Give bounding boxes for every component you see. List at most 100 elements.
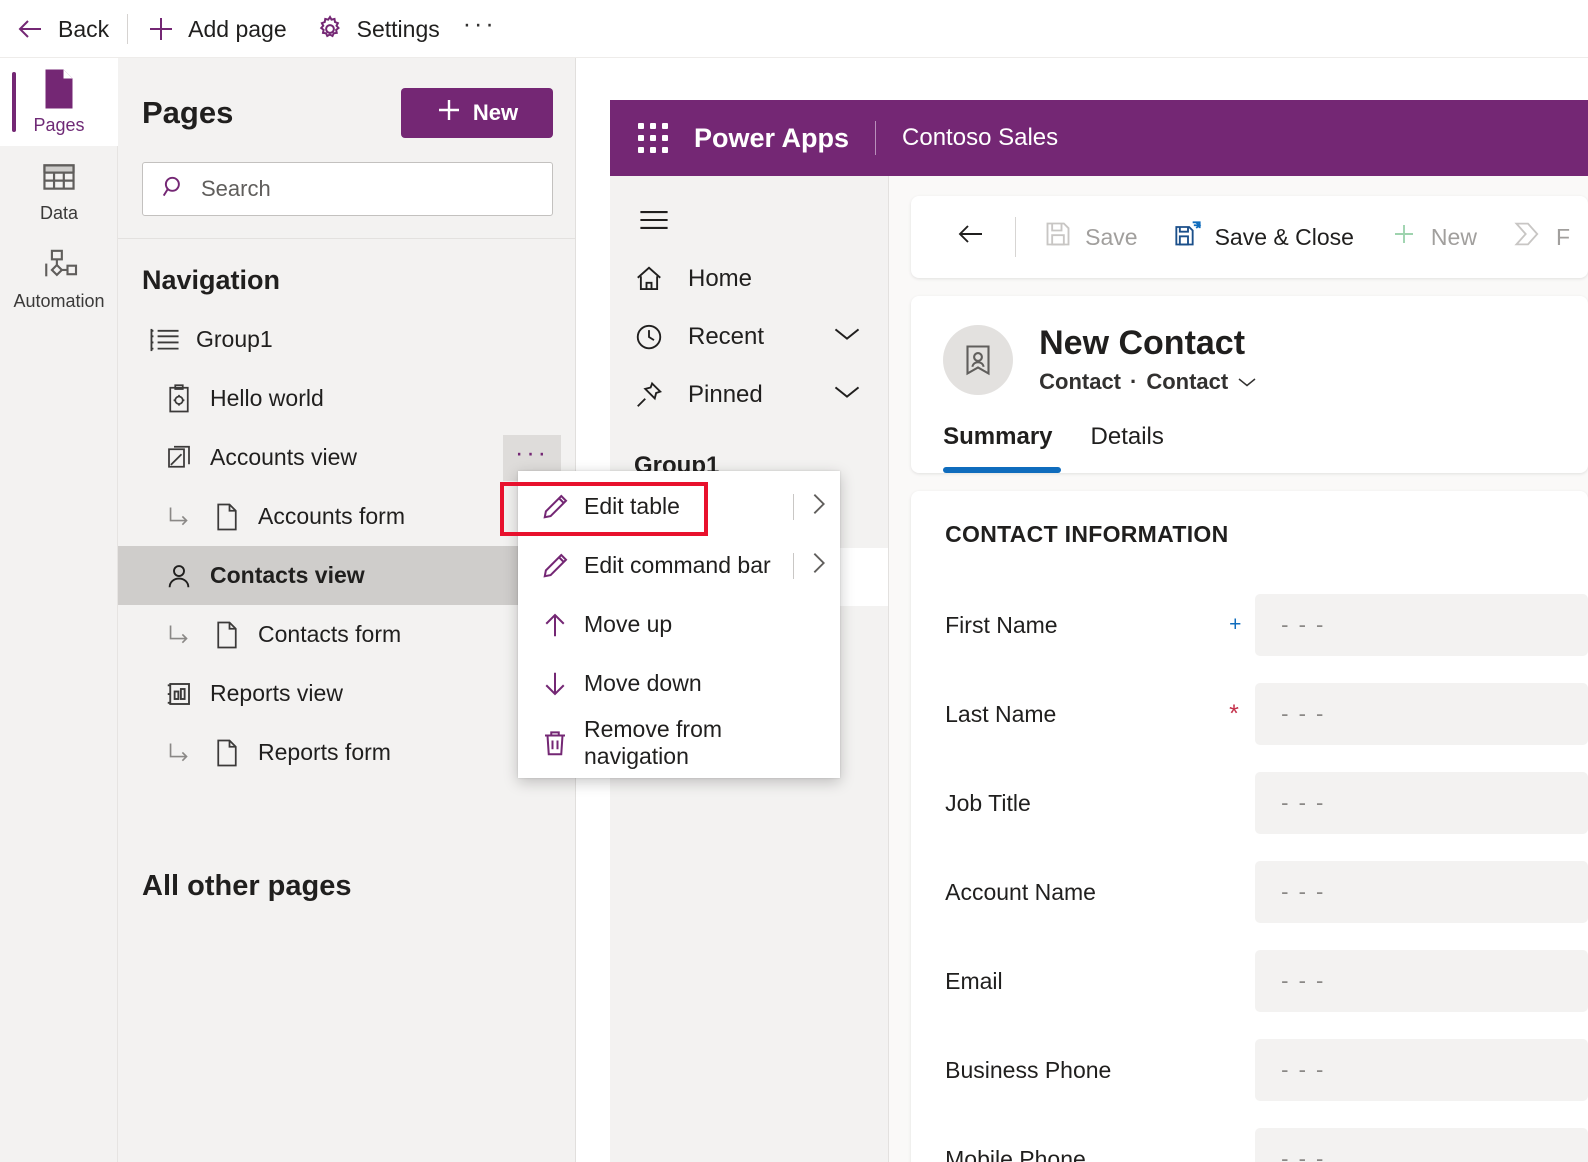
avatar xyxy=(943,324,1014,395)
tab-details[interactable]: Details xyxy=(1091,423,1184,473)
nav-item-contacts-form[interactable]: Contacts form xyxy=(118,605,575,664)
section-label: CONTACT INFORMATION xyxy=(945,521,1229,548)
sidebar-label: Home xyxy=(688,265,753,292)
nav-item-group1[interactable]: Group1 xyxy=(118,310,575,369)
nav-item-contacts-view[interactable]: Contacts view xyxy=(118,546,575,605)
nav-label: Reports view xyxy=(210,680,343,706)
plus-icon xyxy=(146,14,176,44)
form-icon xyxy=(204,738,250,768)
nav-item-hello-world[interactable]: Hello world xyxy=(118,369,575,428)
search-input[interactable]: Search xyxy=(142,162,553,216)
subitem-arrow-icon xyxy=(156,505,204,529)
submenu-divider xyxy=(793,552,794,579)
rail-item-data[interactable]: Data xyxy=(0,146,118,234)
account-name-field[interactable]: - - - xyxy=(1255,861,1588,924)
rail-item-pages[interactable]: Pages xyxy=(0,58,118,146)
submenu-indicator[interactable] xyxy=(793,549,830,583)
field-row-last-name: Last Name * - - - xyxy=(945,683,1588,746)
view-icon xyxy=(156,443,202,473)
search-icon xyxy=(161,174,187,205)
context-menu-item-remove-from-navigation[interactable]: Remove from navigation xyxy=(518,713,840,772)
email-field[interactable]: - - - xyxy=(1255,950,1588,1013)
gear-icon xyxy=(315,14,345,44)
first-name-field[interactable]: - - - xyxy=(1255,594,1588,657)
context-menu-item-move-up[interactable]: Move up xyxy=(518,595,840,654)
record-header-card: New Contact Contact · Contact Summary De… xyxy=(911,296,1588,474)
custom-page-icon xyxy=(156,383,202,414)
add-page-button[interactable]: Add page xyxy=(132,0,300,58)
header-divider xyxy=(875,121,877,155)
nav-item-accounts-view[interactable]: Accounts view ··· xyxy=(118,428,575,487)
settings-button[interactable]: Settings xyxy=(301,0,454,58)
context-menu-item-edit-table[interactable]: Edit table xyxy=(500,477,840,536)
business-phone-field[interactable]: - - - xyxy=(1255,1039,1588,1102)
subtitle-separator: · xyxy=(1130,369,1138,395)
nav-label: Accounts form xyxy=(258,503,405,529)
sidebar-item-pinned[interactable]: Pinned xyxy=(610,366,888,424)
nav-item-reports-form[interactable]: Reports form xyxy=(118,723,575,782)
app-root: Back Add page Settings ··· Pages Data Au… xyxy=(0,0,1588,1162)
record-main-area: Save Save & Close New F New Contact Cont… xyxy=(889,176,1588,1162)
required-plus-marker: + xyxy=(1229,613,1242,637)
context-menu-item-move-down[interactable]: Move down xyxy=(518,654,840,713)
nav-item-context-menu: Edit table Edit command bar Move up Move… xyxy=(500,471,840,778)
page-icon xyxy=(40,69,78,109)
chevron-down-icon[interactable] xyxy=(1237,369,1257,395)
chevron-down-icon[interactable] xyxy=(832,381,862,409)
back-arrow-icon xyxy=(14,13,46,45)
power-automate-icon xyxy=(1513,220,1543,254)
sidebar-label: Recent xyxy=(688,323,765,350)
field-label: Job Title xyxy=(945,789,1031,816)
subitem-arrow-icon xyxy=(156,741,204,765)
chevron-down-icon[interactable] xyxy=(832,323,862,351)
nav-item-accounts-form[interactable]: Accounts form xyxy=(118,487,575,546)
plus-icon xyxy=(436,97,462,129)
left-rail: Pages Data Automation xyxy=(0,58,118,1162)
back-button[interactable]: Back xyxy=(0,0,123,58)
pencil-icon xyxy=(540,492,584,522)
all-other-pages-title: All other pages xyxy=(142,870,352,902)
field-row-business-phone: Business Phone - - - xyxy=(945,1039,1588,1102)
record-form-name[interactable]: Contact xyxy=(1146,369,1228,395)
pin-icon xyxy=(634,380,688,410)
chevron-right-icon xyxy=(808,549,830,583)
clock-icon xyxy=(634,322,688,352)
search-placeholder: Search xyxy=(201,176,271,201)
hamburger-icon[interactable] xyxy=(622,190,686,250)
powerapps-brand: Power Apps xyxy=(694,122,850,153)
subitem-arrow-icon xyxy=(156,623,204,647)
nav-label: Reports form xyxy=(258,739,391,765)
more-options-button[interactable]: ··· xyxy=(454,0,506,58)
record-entity-name: Contact xyxy=(1039,369,1122,395)
sidebar-item-recent[interactable]: Recent xyxy=(610,308,888,366)
field-row-account-name: Account Name - - - xyxy=(945,861,1588,924)
context-menu-item-edit-command-bar[interactable]: Edit command bar xyxy=(518,536,840,595)
sidebar-item-home[interactable]: Home xyxy=(610,250,888,308)
job-title-field[interactable]: - - - xyxy=(1255,772,1588,835)
navigation-section-title: Navigation xyxy=(142,265,281,295)
submenu-indicator[interactable] xyxy=(793,490,830,524)
rail-item-automation[interactable]: Automation xyxy=(0,234,118,322)
nav-item-reports-view[interactable]: Reports view xyxy=(118,664,575,723)
context-menu-label: Move down xyxy=(584,670,702,696)
flow-label: F xyxy=(1555,223,1570,250)
waffle-icon[interactable] xyxy=(638,123,668,153)
arrow-up-icon xyxy=(540,610,584,640)
page-title: Pages xyxy=(142,95,234,130)
save-button[interactable]: Save xyxy=(1026,196,1155,278)
field-row-email: Email - - - xyxy=(945,950,1588,1013)
new-page-button[interactable]: New xyxy=(401,88,553,138)
context-menu-label: Move up xyxy=(584,611,673,637)
pencil-icon xyxy=(540,551,584,581)
nav-label: Contacts view xyxy=(210,562,365,588)
trash-icon xyxy=(540,728,584,758)
save-and-close-button[interactable]: Save & Close xyxy=(1156,196,1372,278)
sidebar-label: Pinned xyxy=(688,381,763,408)
new-record-button[interactable]: New xyxy=(1372,196,1495,278)
required-star-marker: * xyxy=(1229,699,1239,728)
record-back-button[interactable] xyxy=(937,196,1005,278)
mobile-phone-field[interactable]: - - - xyxy=(1255,1128,1588,1162)
flow-button[interactable]: F xyxy=(1495,196,1588,278)
tab-summary[interactable]: Summary xyxy=(943,423,1072,474)
last-name-field[interactable]: - - - xyxy=(1255,683,1588,746)
